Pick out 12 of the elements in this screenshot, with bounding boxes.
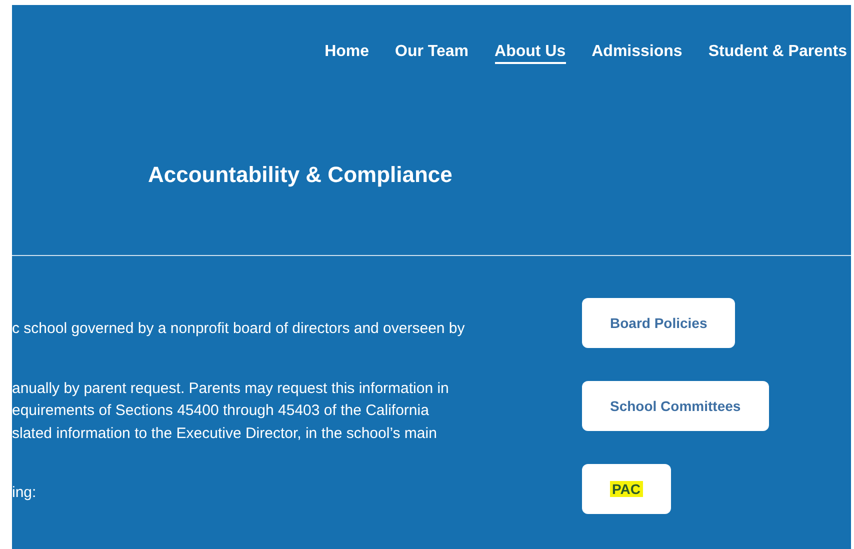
nav-link[interactable]: Our Team [395, 40, 469, 64]
paragraph-text: c school governed by a nonprofit board of directors and overseen by [12, 319, 466, 339]
nav-link[interactable]: Admissions [592, 40, 682, 64]
paragraph-text: anually by parent request. Parents may request this information in equirements of Sections 45400 through 45403 of the California slated information to the Executive Director, in the school’s main [12, 378, 450, 444]
page-title: Accountability & Compliance [148, 161, 452, 189]
link-button[interactable]: School Committees [582, 381, 769, 431]
nav-link[interactable]: Student & Parents [708, 40, 847, 64]
nav-link[interactable]: About Us [494, 40, 566, 64]
paragraph-text: ing: [12, 483, 38, 503]
link-button[interactable]: PAC [582, 464, 671, 514]
link-button[interactable]: Board Policies [582, 298, 736, 348]
nav-link[interactable]: Home [324, 40, 370, 64]
